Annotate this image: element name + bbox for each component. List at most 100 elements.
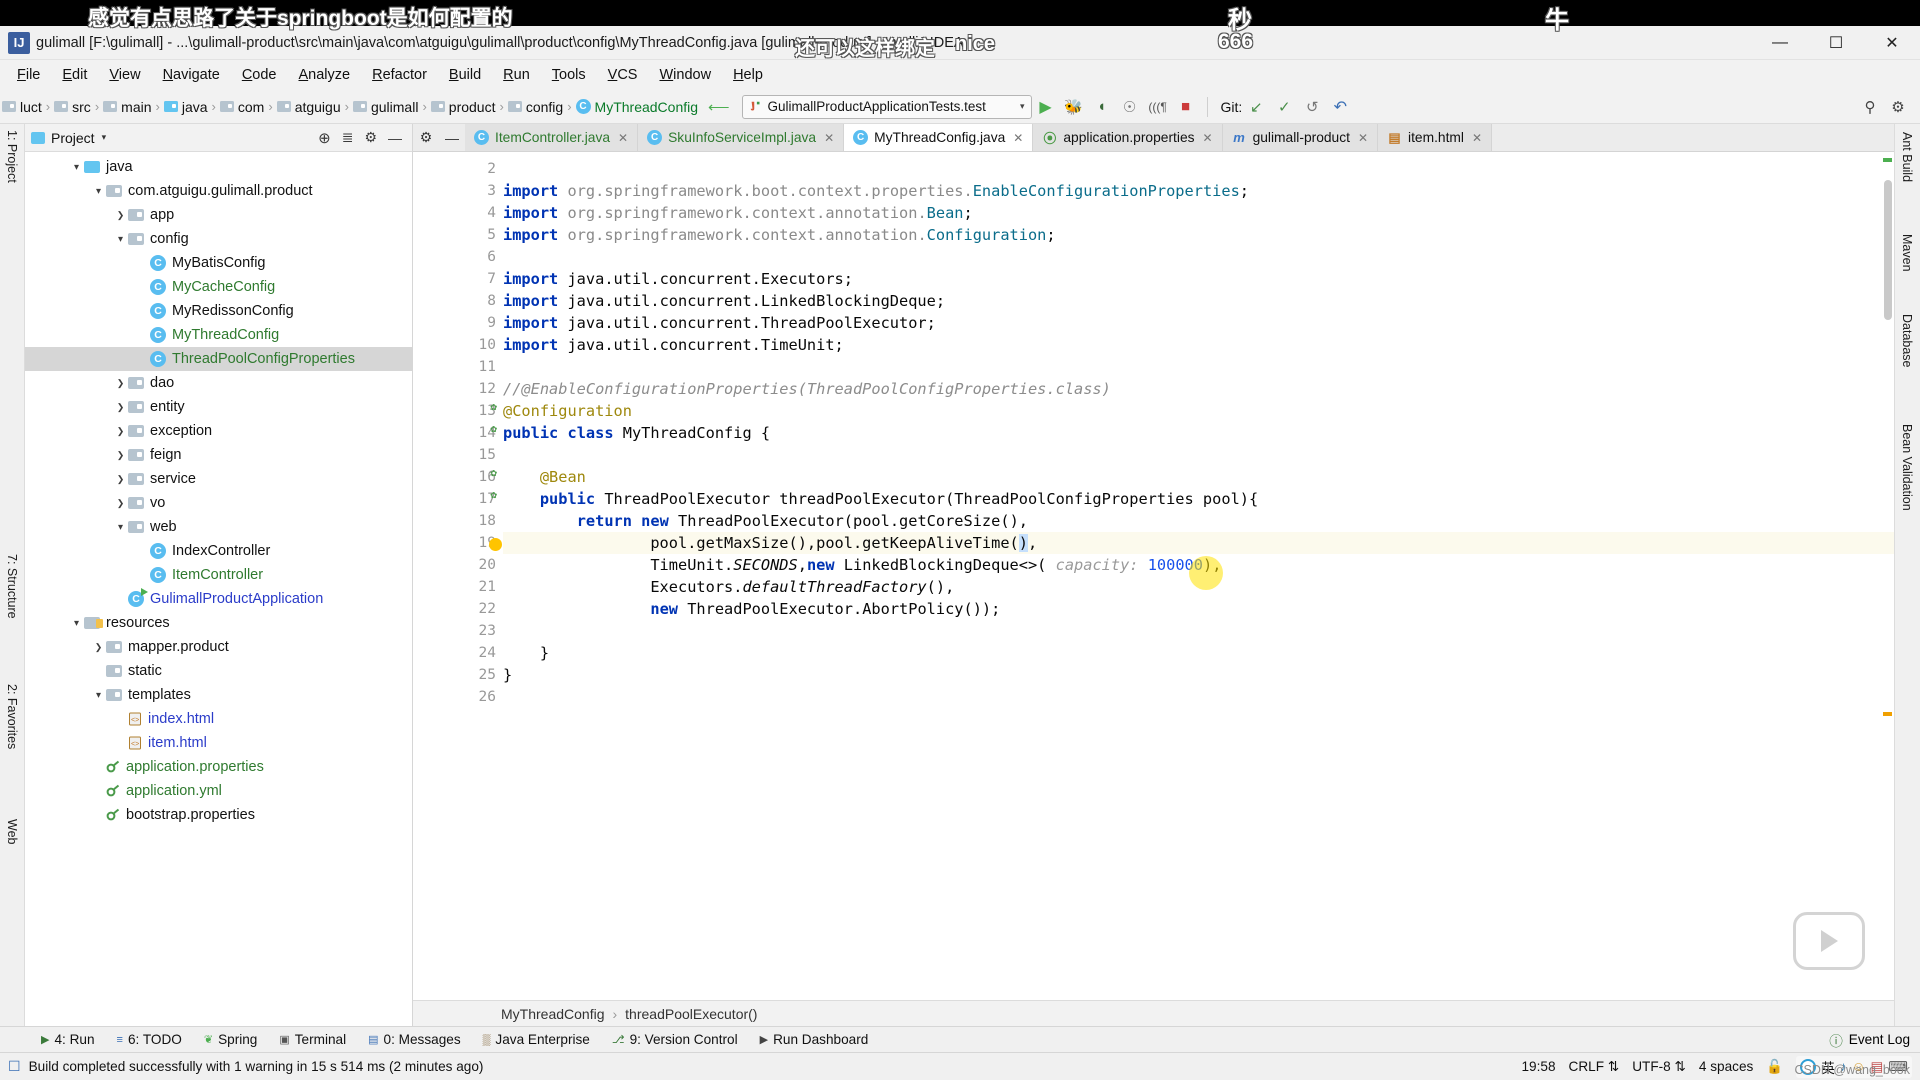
code-line[interactable]: import java.util.concurrent.ThreadPoolEx… xyxy=(503,312,1894,334)
attach-button[interactable]: (((¶ xyxy=(1144,94,1172,120)
tree-node-dao[interactable]: dao xyxy=(25,371,412,395)
code-line[interactable] xyxy=(503,444,1894,466)
breadcrumb-item-com[interactable]: com xyxy=(219,99,264,115)
tree-node-item.html[interactable]: <> item.html xyxy=(25,731,412,755)
breadcrumb-item-java[interactable]: java xyxy=(163,99,208,115)
breadcrumb-item-config[interactable]: config xyxy=(507,99,563,115)
event-log-button[interactable]: ⓘ Event Log xyxy=(1829,1030,1920,1050)
breadcrumb-method[interactable]: threadPoolExecutor() xyxy=(625,1006,757,1022)
code-line[interactable]: //@EnableConfigurationProperties(ThreadP… xyxy=(503,378,1894,400)
tool-window-maven[interactable]: Maven xyxy=(1900,234,1914,272)
menu-item-view[interactable]: View xyxy=(98,64,151,86)
chevron-right-icon[interactable] xyxy=(113,474,128,485)
code-line[interactable]: pool.getMaxSize(),pool.getKeepAliveTime(… xyxy=(503,532,1894,554)
code-line[interactable] xyxy=(503,356,1894,378)
bottom-tool-java-enterprise[interactable]: ▒ Java Enterprise xyxy=(472,1032,601,1047)
menu-item-build[interactable]: Build xyxy=(438,64,492,86)
profiler-button[interactable]: ☉ xyxy=(1116,94,1144,120)
breadcrumb-item-mythreadconfig[interactable]: C MyThreadConfig xyxy=(575,99,698,115)
chevron-right-icon[interactable] xyxy=(113,498,128,509)
select-opened-file-icon[interactable]: ⊕ xyxy=(318,129,331,147)
code-line[interactable]: new ThreadPoolExecutor.AbortPolicy()); xyxy=(503,598,1894,620)
menu-item-analyze[interactable]: Analyze xyxy=(288,64,362,86)
chevron-right-icon[interactable] xyxy=(113,426,128,437)
code-line[interactable]: @Configuration xyxy=(503,400,1894,422)
menu-item-run[interactable]: Run xyxy=(492,64,541,86)
close-icon[interactable]: ✕ xyxy=(1358,131,1368,145)
tool-window-bean-validation[interactable]: Bean Validation xyxy=(1900,424,1914,511)
chevron-down-icon[interactable]: ▾ xyxy=(102,132,107,143)
line-separator[interactable]: CRLF ⇅ xyxy=(1569,1059,1620,1075)
breadcrumb-item-gulimall[interactable]: gulimall xyxy=(352,99,418,115)
tool-window-favorites[interactable]: 2: Favorites xyxy=(5,684,19,749)
gutter-bean-icon[interactable]: ✿ xyxy=(490,422,497,435)
breadcrumb-item-product[interactable]: product xyxy=(430,99,495,115)
tree-node-app[interactable]: app xyxy=(25,203,412,227)
tree-node-com.atguigu.gulimall.product[interactable]: com.atguigu.gulimall.product xyxy=(25,179,412,203)
settings-icon[interactable]: ⚙ xyxy=(364,129,377,146)
bottom-tool-run-dashboard[interactable]: ▶ Run Dashboard xyxy=(749,1032,880,1047)
editor-tab-skuinfoserviceimpl-java[interactable]: C SkuInfoServiceImpl.java ✕ xyxy=(638,124,845,151)
bottom-tool-terminal[interactable]: ▣ Terminal xyxy=(268,1032,357,1047)
breadcrumb-item-atguigu[interactable]: atguigu xyxy=(276,99,341,115)
chevron-down-icon[interactable] xyxy=(69,618,84,629)
chevron-down-icon[interactable] xyxy=(91,690,106,701)
search-everywhere-icon[interactable]: ⚲ xyxy=(1856,94,1884,120)
gutter-bean-icon[interactable]: ✿ xyxy=(490,488,497,501)
bottom-tool-4--run[interactable]: ▶ 4: Run xyxy=(30,1032,106,1047)
chevron-right-icon[interactable] xyxy=(113,450,128,461)
stop-button[interactable]: ■ xyxy=(1172,94,1200,120)
tool-window-ant-build[interactable]: Ant Build xyxy=(1900,132,1914,182)
tree-node-index.html[interactable]: <> index.html xyxy=(25,707,412,731)
chevron-right-icon[interactable] xyxy=(113,402,128,413)
tree-node-mycacheconfig[interactable]: C MyCacheConfig xyxy=(25,275,412,299)
breadcrumb-item-src[interactable]: src xyxy=(54,99,91,115)
code-line[interactable]: } xyxy=(503,642,1894,664)
tree-node-mythreadconfig[interactable]: C MyThreadConfig xyxy=(25,323,412,347)
menu-item-edit[interactable]: Edit xyxy=(51,64,98,86)
menu-item-code[interactable]: Code xyxy=(231,64,288,86)
tree-node-vo[interactable]: vo xyxy=(25,491,412,515)
tree-node-gulimallproductapplication[interactable]: C GulimallProductApplication xyxy=(25,587,412,611)
code-line[interactable]: @Bean xyxy=(503,466,1894,488)
menu-item-tools[interactable]: Tools xyxy=(541,64,597,86)
tool-window-project[interactable]: 1: Project xyxy=(5,130,19,183)
gutter-bean-icon[interactable]: ✿ xyxy=(490,466,497,479)
menu-item-vcs[interactable]: VCS xyxy=(597,64,649,86)
bottom-tool-6--todo[interactable]: ≡ 6: TODO xyxy=(106,1032,193,1047)
bottom-tool-spring[interactable]: ❦ Spring xyxy=(193,1032,269,1047)
tree-node-exception[interactable]: exception xyxy=(25,419,412,443)
gutter-bean-icon[interactable]: ✿ xyxy=(490,400,497,413)
menu-item-window[interactable]: Window xyxy=(648,64,722,86)
tree-node-bootstrap.properties[interactable]: bootstrap.properties xyxy=(25,803,412,827)
run-configuration-selector[interactable]: GulimallProductApplicationTests.test ▾ xyxy=(741,94,1032,119)
caret-position[interactable]: 19:58 xyxy=(1522,1059,1556,1074)
tree-node-java[interactable]: java xyxy=(25,155,412,179)
git-rollback-button[interactable]: ↶ xyxy=(1326,94,1354,120)
bottom-tool-0--messages[interactable]: ▤ 0: Messages xyxy=(357,1032,471,1047)
editor-tab-itemcontroller-java[interactable]: C ItemController.java ✕ xyxy=(465,124,639,151)
tree-node-threadpoolconfigproperties[interactable]: C ThreadPoolConfigProperties xyxy=(25,347,412,371)
chevron-down-icon[interactable] xyxy=(113,522,128,533)
scrollbar-thumb[interactable] xyxy=(1884,180,1892,320)
menu-item-file[interactable]: File xyxy=(6,64,51,86)
collapse-all-icon[interactable]: ≣ xyxy=(342,129,354,146)
bottom-tool-9--version-control[interactable]: ⎇ 9: Version Control xyxy=(601,1032,749,1047)
tree-node-web[interactable]: web xyxy=(25,515,412,539)
chevron-right-icon[interactable] xyxy=(91,642,106,653)
close-button[interactable]: ✕ xyxy=(1864,26,1920,59)
close-icon[interactable]: ✕ xyxy=(824,131,834,145)
hide-icon[interactable]: — xyxy=(388,130,402,146)
close-icon[interactable]: ✕ xyxy=(1013,131,1023,145)
code-line[interactable]: import java.util.concurrent.Executors; xyxy=(503,268,1894,290)
debug-button[interactable]: 🐝 xyxy=(1060,94,1088,120)
settings-icon[interactable]: ⚙ xyxy=(1884,94,1912,120)
code-line[interactable] xyxy=(503,620,1894,642)
close-icon[interactable]: ✕ xyxy=(1203,131,1213,145)
lock-icon[interactable]: 🔓 xyxy=(1766,1059,1783,1075)
minimize-button[interactable]: — xyxy=(1752,26,1808,59)
editor-tab-application-properties[interactable]: ⦿ application.properties ✕ xyxy=(1033,124,1223,151)
hide-icon[interactable]: — xyxy=(439,124,465,151)
git-update-button[interactable]: ↙ xyxy=(1242,94,1270,120)
menu-item-navigate[interactable]: Navigate xyxy=(152,64,231,86)
